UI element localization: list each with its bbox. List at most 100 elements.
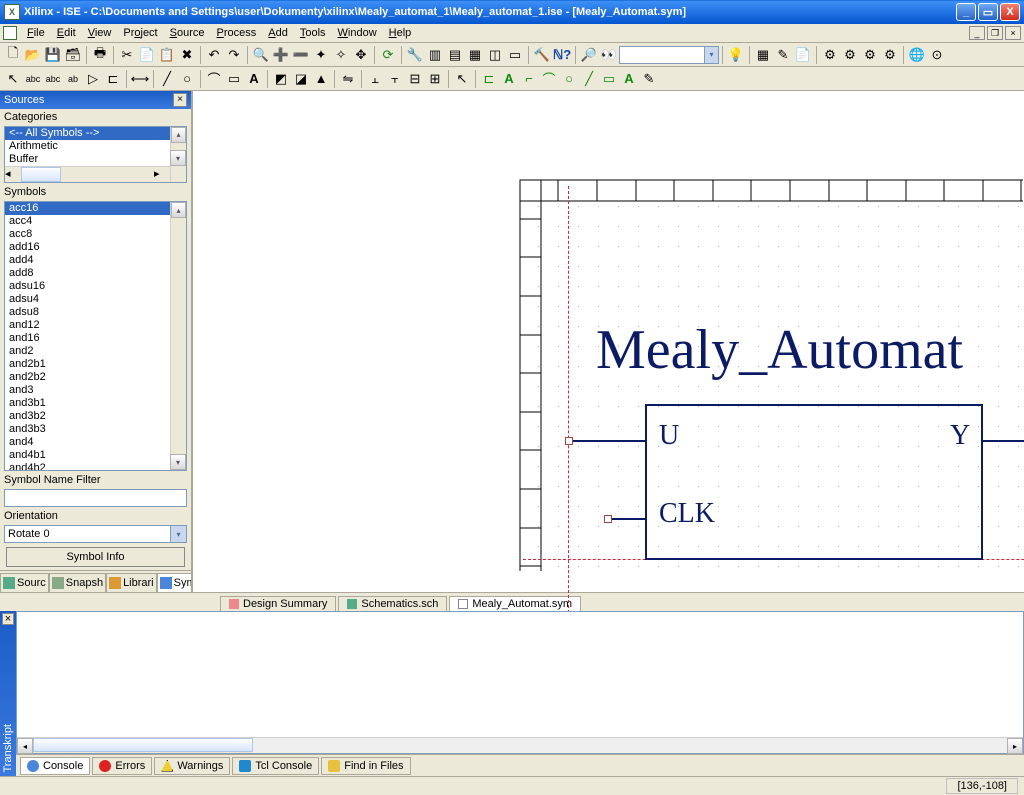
search-icon[interactable]: 🔍 bbox=[251, 45, 271, 65]
flip-icon[interactable]: ⇋ bbox=[338, 69, 358, 89]
gear-icon[interactable]: ⚙ bbox=[820, 45, 840, 65]
symbol-item[interactable]: and2b2 bbox=[5, 371, 186, 384]
layout1-icon[interactable]: ▥ bbox=[425, 45, 445, 65]
sources-close-button[interactable]: × bbox=[173, 93, 187, 107]
tab-console[interactable]: Console bbox=[20, 757, 90, 775]
text2-icon[interactable]: A bbox=[499, 69, 519, 89]
symbol-item[interactable]: add8 bbox=[5, 267, 186, 280]
grid-icon[interactable]: ▦ bbox=[753, 45, 773, 65]
pin-clk[interactable] bbox=[604, 515, 612, 523]
tool-icon[interactable]: 🔧 bbox=[405, 45, 425, 65]
wrench-icon[interactable]: 🔨 bbox=[532, 45, 552, 65]
tab-warnings[interactable]: Warnings bbox=[154, 757, 230, 775]
tab-libraries[interactable]: Librari bbox=[106, 573, 157, 592]
symbol-item[interactable]: and3 bbox=[5, 384, 186, 397]
tab-tcl[interactable]: Tcl Console bbox=[232, 757, 319, 775]
align3-icon[interactable]: ⊟ bbox=[405, 69, 425, 89]
tab-snapshot[interactable]: Snapsh bbox=[49, 573, 106, 592]
menu-help[interactable]: Help bbox=[383, 25, 418, 41]
binoculars-icon[interactable]: 👀 bbox=[599, 45, 619, 65]
wire-clk[interactable] bbox=[608, 518, 646, 520]
menu-file[interactable]: File bbox=[21, 25, 51, 41]
symbols-listbox[interactable]: acc16acc4acc8add16add4add8adsu16adsu4ads… bbox=[4, 201, 187, 471]
symbol-item[interactable]: and2 bbox=[5, 345, 186, 358]
menu-add[interactable]: Add bbox=[262, 25, 294, 41]
globe-icon[interactable]: 🌐 bbox=[907, 45, 927, 65]
wire-u[interactable] bbox=[569, 440, 645, 442]
menu-tools[interactable]: Tools bbox=[294, 25, 332, 41]
symbol-item[interactable]: acc8 bbox=[5, 228, 186, 241]
menu-process[interactable]: Process bbox=[211, 25, 263, 41]
schematic-canvas[interactable]: Mealy_Automat U CLK Y bbox=[193, 91, 1024, 592]
gear2-icon[interactable]: ⚙ bbox=[840, 45, 860, 65]
close-button[interactable]: X bbox=[1000, 3, 1020, 21]
symbol-item[interactable]: acc16 bbox=[5, 202, 186, 215]
gate-icon[interactable]: ▷ bbox=[83, 69, 103, 89]
refresh-icon[interactable]: ⟳ bbox=[378, 45, 398, 65]
category-item[interactable]: Buffer bbox=[5, 153, 186, 166]
symbol-item[interactable]: and4 bbox=[5, 436, 186, 449]
abc1-icon[interactable]: abc bbox=[23, 69, 43, 89]
symbol-item[interactable]: and3b1 bbox=[5, 397, 186, 410]
orientation-dropdown[interactable]: Rotate 0 ▾ bbox=[4, 525, 187, 543]
find-icon[interactable]: 🔎 bbox=[579, 45, 599, 65]
saveall-icon[interactable]: 🗃 bbox=[63, 45, 83, 65]
port-icon[interactable]: ⊏ bbox=[103, 69, 123, 89]
pin-u[interactable] bbox=[565, 437, 573, 445]
line-icon[interactable]: ╱ bbox=[157, 69, 177, 89]
open-icon[interactable]: 📂 bbox=[23, 45, 43, 65]
gear3-icon[interactable]: ⚙ bbox=[860, 45, 880, 65]
gear4-icon[interactable]: ⚙ bbox=[880, 45, 900, 65]
minimize-button[interactable]: _ bbox=[956, 3, 976, 21]
style-icon[interactable]: ✎ bbox=[639, 69, 659, 89]
align1-icon[interactable]: ⫠ bbox=[365, 69, 385, 89]
symbol-item[interactable]: add4 bbox=[5, 254, 186, 267]
arc-icon[interactable]: ⌒ bbox=[204, 69, 224, 89]
symbol-item[interactable]: and4b1 bbox=[5, 449, 186, 462]
new-icon[interactable]: 🗋 bbox=[3, 45, 23, 65]
mdi-icon[interactable] bbox=[3, 26, 17, 40]
pointer-icon[interactable]: ↖ bbox=[3, 69, 23, 89]
mdi-minimize-button[interactable]: _ bbox=[969, 26, 985, 40]
zoomout-icon[interactable]: ➖ bbox=[291, 45, 311, 65]
redo-icon[interactable]: ↷ bbox=[224, 45, 244, 65]
symbol-item[interactable]: and16 bbox=[5, 332, 186, 345]
symbol-item[interactable]: adsu8 bbox=[5, 306, 186, 319]
category-item[interactable]: Arithmetic bbox=[5, 140, 186, 153]
print-icon[interactable]: 🖶 bbox=[90, 45, 110, 65]
pan-icon[interactable]: ✥ bbox=[351, 45, 371, 65]
help-icon[interactable]: ℕ? bbox=[552, 45, 572, 65]
transcript-textarea[interactable]: ◂▸ bbox=[16, 611, 1024, 754]
tab-errors[interactable]: Errors bbox=[92, 757, 152, 775]
tab-symbols[interactable]: Symbc bbox=[157, 573, 191, 592]
cursor2-icon[interactable]: ↖ bbox=[452, 69, 472, 89]
text-icon[interactable]: A bbox=[244, 69, 264, 89]
symbol-filter-input[interactable] bbox=[4, 489, 187, 507]
undo-icon[interactable]: ↶ bbox=[204, 45, 224, 65]
line2-icon[interactable]: ╱ bbox=[579, 69, 599, 89]
transcript-close-button[interactable]: × bbox=[2, 613, 14, 625]
delete-icon[interactable]: ✖ bbox=[177, 45, 197, 65]
align2-icon[interactable]: ⫟ bbox=[385, 69, 405, 89]
circle-icon[interactable]: ○ bbox=[177, 69, 197, 89]
tab-mealy-sym[interactable]: Mealy_Automat.sym bbox=[449, 596, 581, 611]
symbol-item[interactable]: and4b2 bbox=[5, 462, 186, 471]
symbol-item[interactable]: acc4 bbox=[5, 215, 186, 228]
pin-icon[interactable]: ⊏ bbox=[479, 69, 499, 89]
bulb-icon[interactable]: 💡 bbox=[726, 45, 746, 65]
mdi-close-button[interactable]: × bbox=[1005, 26, 1021, 40]
find-combo[interactable]: ▾ bbox=[619, 46, 719, 64]
menu-view[interactable]: View bbox=[82, 25, 118, 41]
arc2-icon[interactable]: ⌒ bbox=[539, 69, 559, 89]
symbol-item[interactable]: adsu4 bbox=[5, 293, 186, 306]
category-item[interactable]: <-- All Symbols --> bbox=[5, 127, 186, 140]
mdi-restore-button[interactable]: ❐ bbox=[987, 26, 1003, 40]
layout4-icon[interactable]: ◫ bbox=[485, 45, 505, 65]
obj2-icon[interactable]: ◪ bbox=[291, 69, 311, 89]
zoomin-icon[interactable]: ➕ bbox=[271, 45, 291, 65]
symbol-body[interactable] bbox=[645, 404, 983, 560]
categories-listbox[interactable]: <-- All Symbols -->ArithmeticBufferCarry… bbox=[4, 126, 187, 184]
symbol-item[interactable]: and12 bbox=[5, 319, 186, 332]
rect-icon[interactable]: ▭ bbox=[224, 69, 244, 89]
copy-icon[interactable]: 📄 bbox=[137, 45, 157, 65]
